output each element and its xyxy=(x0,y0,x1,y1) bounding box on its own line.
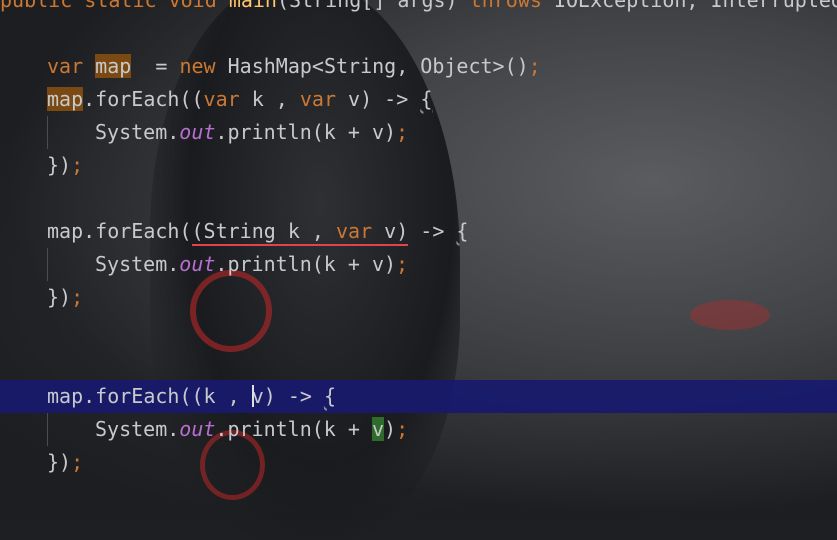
current-code-line[interactable]: map.forEach((k , v) -> { xyxy=(0,380,837,413)
code-line: }); xyxy=(47,153,84,177)
code-line: }); xyxy=(47,285,84,309)
error-highlight[interactable]: (String k , var v) xyxy=(191,219,409,246)
text-caret xyxy=(251,385,254,407)
code-line: System.out.println(k + v); xyxy=(0,413,837,446)
code-line: map.forEach((String k , var v) -> { xyxy=(0,215,837,248)
code-line: System.out.println(k + v); xyxy=(0,248,837,281)
code-line: var map = new HashMap<String, Object>(); xyxy=(47,54,541,78)
matched-identifier-highlight: v xyxy=(371,417,385,441)
code-line: }); xyxy=(47,450,84,474)
code-line: map.forEach((var k , var v) -> { xyxy=(47,87,433,111)
code-line: System.out.println(k + v); xyxy=(0,116,837,149)
method-signature-line: public static void main(String[] args) t… xyxy=(0,0,837,12)
